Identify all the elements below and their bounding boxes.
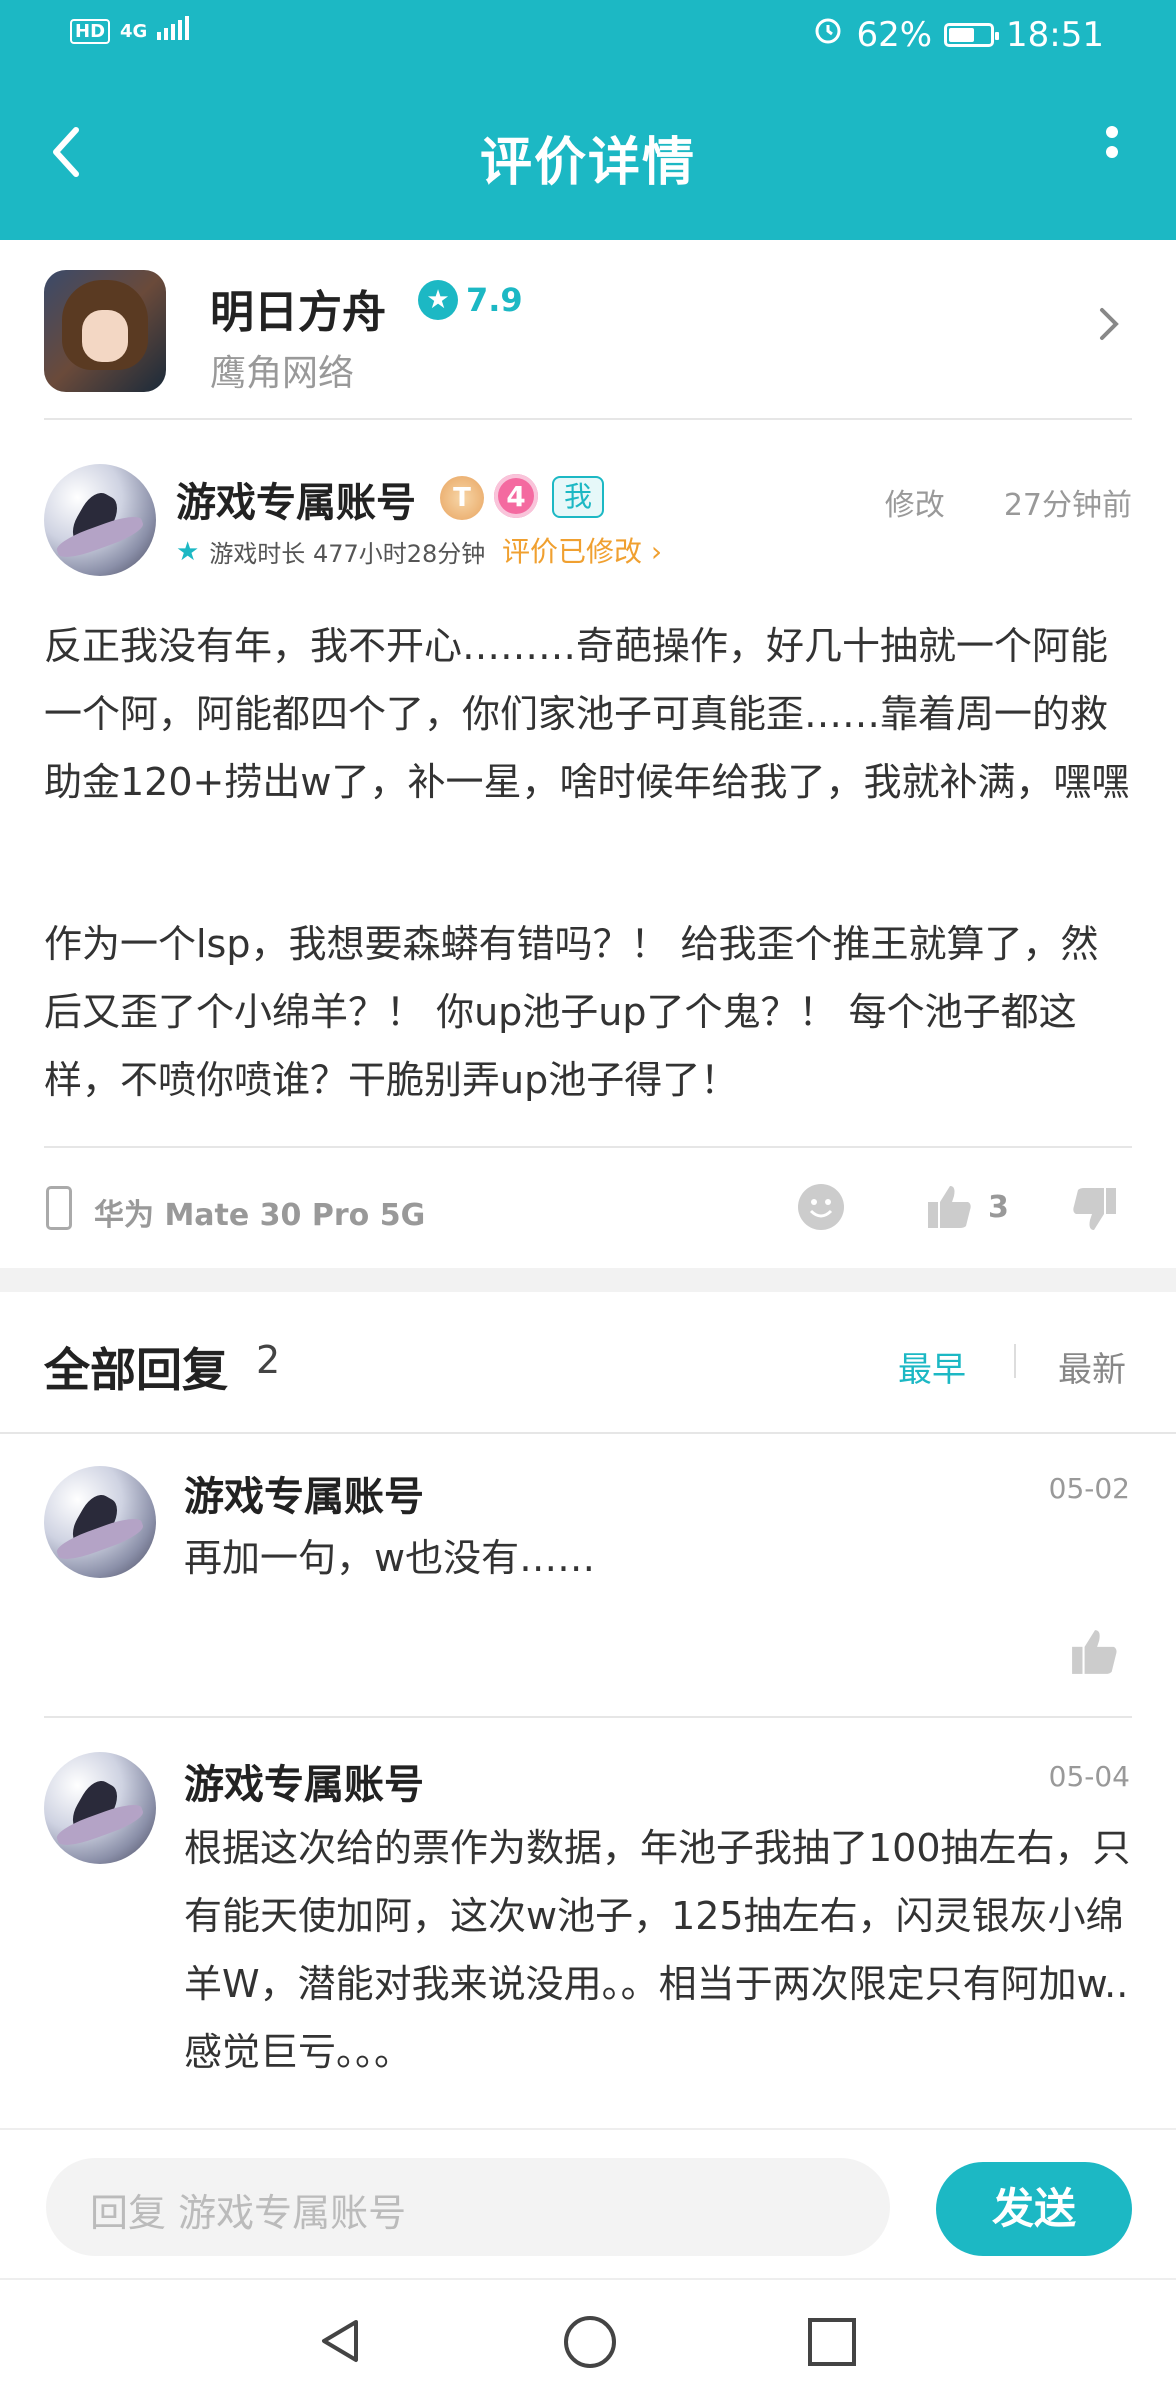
battery-icon xyxy=(944,22,1000,47)
emoji-react-icon[interactable] xyxy=(798,1184,844,1230)
playtime: ★ 游戏时长 477小时28分钟 xyxy=(176,534,485,569)
star-icon: ★ xyxy=(418,280,458,320)
small-star-icon: ★ xyxy=(176,536,200,567)
top-bar: 评价详情 xyxy=(0,72,1176,240)
review-meta: 修改 27分钟前 xyxy=(885,480,1132,524)
chevron-right-icon xyxy=(1100,308,1119,340)
nav-recents-icon[interactable] xyxy=(808,2318,856,2366)
divider xyxy=(44,1146,1132,1148)
level-badge: 4 xyxy=(494,474,538,518)
avatar[interactable] xyxy=(44,1752,156,1864)
more-icon xyxy=(1106,126,1118,138)
reply-username[interactable]: 游戏专属账号 xyxy=(184,1464,424,1522)
review-time: 27分钟前 xyxy=(1003,488,1132,523)
review-modified-link[interactable]: 评价已修改 › xyxy=(502,530,662,570)
score-value: 7.9 xyxy=(466,281,523,319)
replies-count: 2 xyxy=(256,1338,281,1382)
device-label: 华为 Mate 30 Pro 5G xyxy=(94,1198,426,1233)
sort-divider xyxy=(1014,1344,1016,1378)
more-menu-button[interactable] xyxy=(1092,118,1132,188)
sort-latest-tab[interactable]: 最新 xyxy=(1058,1342,1126,1391)
reply-date: 05-02 xyxy=(1048,1472,1130,1505)
avatar[interactable] xyxy=(44,1466,156,1578)
network-indicators: HD 4G xyxy=(70,16,190,46)
phone-icon xyxy=(46,1186,72,1230)
reply-username[interactable]: 游戏专属账号 xyxy=(184,1752,424,1810)
section-gap xyxy=(0,1268,1176,1292)
alarm-icon xyxy=(812,14,844,55)
reply-input[interactable]: 回复 游戏专属账号 xyxy=(46,2158,890,2256)
reply-date: 05-04 xyxy=(1048,1760,1130,1793)
game-name: 明日方舟 xyxy=(210,287,386,338)
status-bar: HD 4G 62% 18:51 xyxy=(0,0,1176,72)
system-nav-bar xyxy=(0,2278,1176,2402)
review-paragraph: 反正我没有年，我不开心………奇葩操作，好几十抽就一个阿能一个阿，阿能都四个了，你… xyxy=(44,624,1130,804)
avatar[interactable] xyxy=(44,464,156,576)
reply-bar: 回复 游戏专属账号 发送 xyxy=(0,2128,1176,2280)
battery-percent: 62% xyxy=(856,14,933,55)
replies-title: 全部回复 xyxy=(44,1343,228,1397)
reply-item: 游戏专属账号 05-04 根据这次给的票作为数据，年池子我抽了100抽左右，只有… xyxy=(0,1728,1176,2128)
game-icon xyxy=(44,270,166,392)
like-icon[interactable] xyxy=(1070,1626,1120,1676)
reply-text: 再加一句，w也没有…… xyxy=(184,1536,596,1580)
reply-item: 游戏专属账号 05-02 再加一句，w也没有…… xyxy=(0,1440,1176,1716)
like-icon[interactable] xyxy=(926,1182,974,1230)
tier-badge: T xyxy=(440,476,484,520)
reply-text: 根据这次给的票作为数据，年池子我抽了100抽左右，只有能天使加阿，这次w池子，1… xyxy=(184,1826,1131,2074)
nav-home-icon[interactable] xyxy=(564,2316,616,2368)
divider xyxy=(44,1716,1132,1718)
dislike-icon[interactable] xyxy=(1070,1186,1118,1234)
signal-icon xyxy=(157,16,190,46)
game-info-row[interactable]: 明日方舟 ★ 7.9 鹰角网络 xyxy=(0,240,1176,418)
review-actions: 华为 Mate 30 Pro 5G 3 xyxy=(0,1150,1176,1270)
me-badge: 我 xyxy=(552,476,605,518)
review-paragraph: 作为一个lsp，我想要森蟒有错吗？！ 给我歪个推王就算了，然后又歪了个小绵羊？！… xyxy=(44,922,1099,1102)
divider xyxy=(0,1432,1176,1434)
send-button[interactable]: 发送 xyxy=(936,2162,1132,2256)
hd-label: HD xyxy=(70,18,111,44)
page-title: 评价详情 xyxy=(479,133,696,193)
review-username[interactable]: 游戏专属账号 xyxy=(176,470,416,528)
nav-back-icon[interactable] xyxy=(316,2316,364,2366)
replies-header: 全部回复 2 最早 最新 xyxy=(0,1292,1176,1432)
game-developer: 鹰角网络 xyxy=(210,353,355,394)
status-right: 62% 18:51 xyxy=(812,14,1104,55)
clock: 18:51 xyxy=(1006,14,1104,55)
sort-earliest-tab[interactable]: 最早 xyxy=(898,1342,966,1391)
network-label: 4G xyxy=(120,20,148,42)
edit-link[interactable]: 修改 xyxy=(885,488,945,523)
game-score: ★ 7.9 xyxy=(418,280,523,320)
reply-placeholder: 回复 游戏专属账号 xyxy=(90,2191,407,2235)
like-count: 3 xyxy=(988,1190,1009,1225)
playtime-text: 游戏时长 477小时28分钟 xyxy=(209,540,486,568)
divider xyxy=(44,418,1132,420)
